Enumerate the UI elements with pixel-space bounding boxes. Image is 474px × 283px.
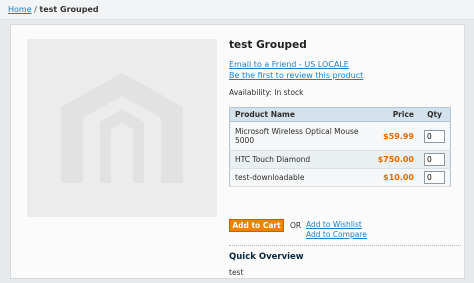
breadcrumb-home-link[interactable]: Home (8, 5, 32, 14)
row-price: $750.00 (372, 150, 419, 169)
product-name: test Grouped (229, 39, 307, 51)
breadcrumb-separator: / (34, 5, 37, 14)
row-product-name: HTC Touch Diamond (229, 150, 373, 169)
add-to-cart-button[interactable]: Add to Cart (229, 219, 284, 232)
column-header-qty: Qty (419, 107, 451, 122)
review-link[interactable]: Be the first to review this product (229, 71, 363, 80)
magento-logo-placeholder-icon (61, 73, 183, 183)
availability: Availability: In stock (229, 88, 304, 97)
column-header-price: Price (372, 107, 419, 122)
qty-input[interactable] (424, 153, 445, 166)
table-row: HTC Touch Diamond $750.00 (229, 150, 451, 169)
row-product-name: Microsoft Wireless Optical Mouse 5000 (229, 121, 373, 151)
qty-input[interactable] (424, 171, 445, 184)
table-row: Microsoft Wireless Optical Mouse 5000 $5… (229, 121, 451, 151)
row-price: $59.99 (372, 121, 419, 151)
quick-overview-text: test (229, 268, 244, 277)
availability-label: Availability: (229, 88, 272, 97)
breadcrumb-current: test Grouped (39, 5, 99, 14)
product-info: test Grouped Email to a Friend - US LOCA… (229, 39, 461, 277)
or-separator: OR (290, 221, 302, 230)
table-row: test-downloadable $10.00 (229, 168, 451, 187)
quick-overview-title: Quick Overview (229, 252, 304, 262)
availability-value: In stock (274, 88, 304, 97)
grouped-products-table: Product Name Price Qty Microsoft Wireles… (229, 107, 451, 187)
product-image (27, 39, 217, 217)
add-to-compare-link[interactable]: Add to Compare (306, 230, 367, 239)
row-product-name: test-downloadable (229, 168, 373, 187)
breadcrumb: Home / test Grouped (0, 0, 474, 20)
column-header-product-name: Product Name (229, 107, 373, 122)
add-to-wishlist-link[interactable]: Add to Wishlist (306, 220, 362, 229)
row-price: $10.00 (372, 168, 419, 187)
product-view-panel: test Grouped Email to a Friend - US LOCA… (10, 24, 465, 279)
divider (229, 245, 461, 246)
qty-input[interactable] (424, 129, 445, 143)
email-friend-link[interactable]: Email to a Friend - US LOCALE (229, 60, 349, 69)
